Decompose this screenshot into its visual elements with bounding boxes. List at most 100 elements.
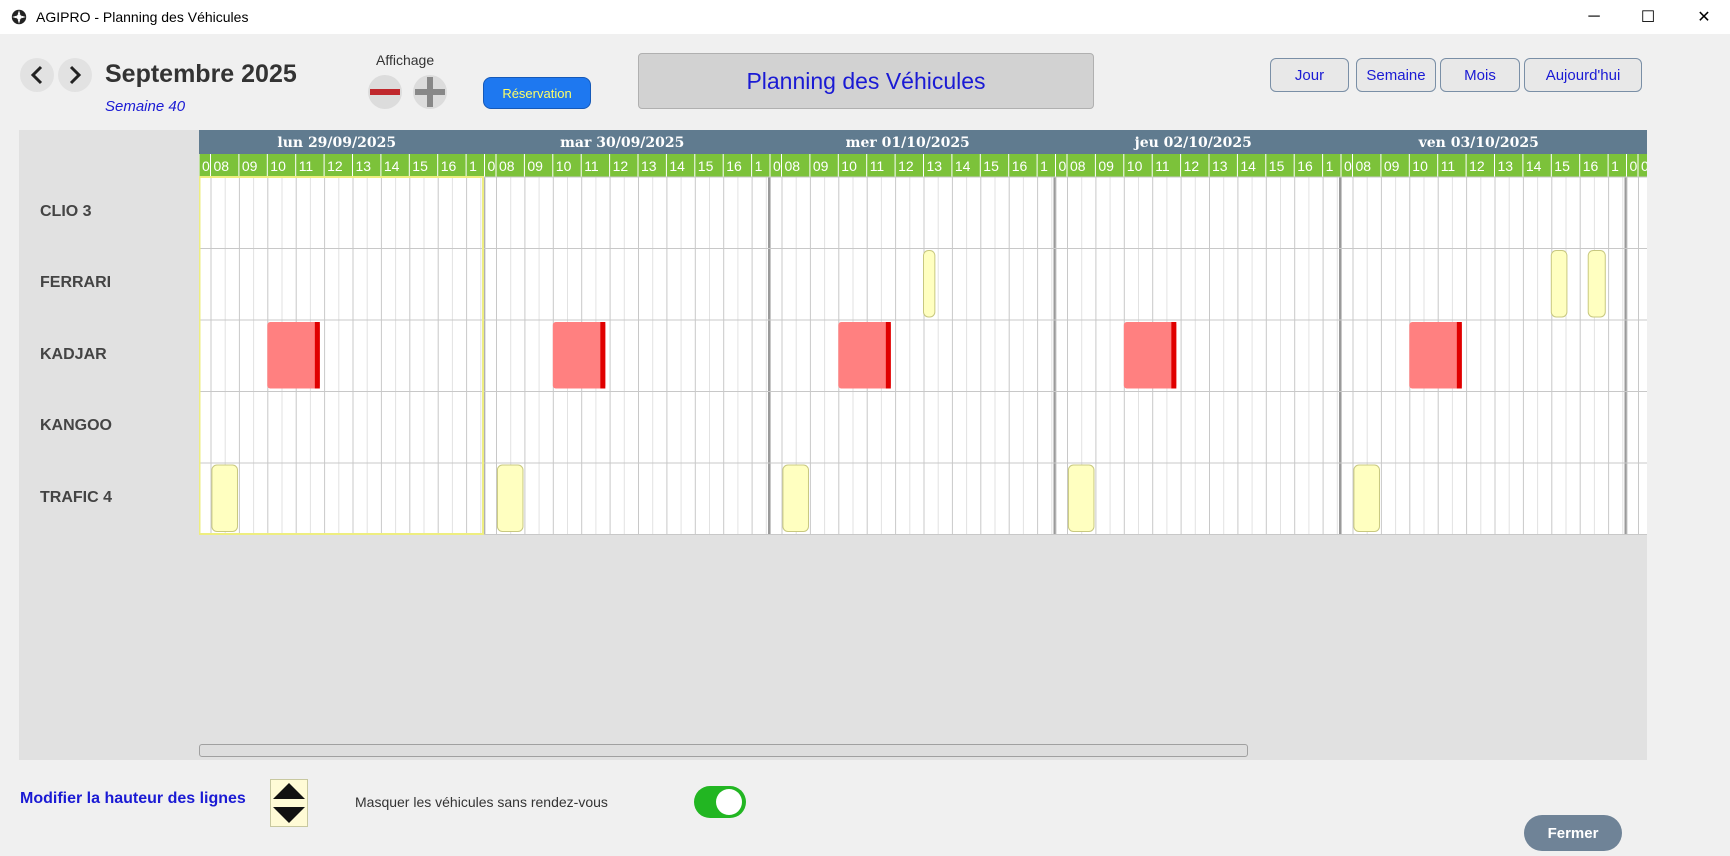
hour-label: 15	[412, 158, 428, 174]
day-header-label: mar 30/09/2025	[560, 135, 684, 151]
plus-icon	[415, 77, 445, 107]
vehicle-label-kangoo: KANGOO	[40, 417, 112, 434]
hour-label: 1	[1040, 158, 1048, 174]
planning-grid[interactable]: lun 29/09/2025 0 08 09 10 11 12 13 14 15 16 1 mar 30…	[199, 130, 1647, 760]
hour-label: 13	[927, 158, 943, 174]
reservation-block-pending	[211, 464, 238, 532]
reservation-block-pending	[1353, 464, 1380, 532]
hour-label: 1	[469, 158, 477, 174]
chevron-left-icon	[30, 65, 43, 85]
hour-label: 14	[1526, 158, 1542, 174]
day-header-label: mer 01/10/2025	[846, 135, 970, 151]
hour-label: 09	[527, 158, 543, 174]
reservation-block-confirmed	[838, 322, 891, 389]
hide-empty-vehicles-toggle[interactable]	[694, 786, 746, 818]
day-header-label: lun 29/09/2025	[277, 135, 396, 151]
hour-label: 10	[270, 158, 286, 174]
hour-label: 09	[242, 158, 258, 174]
hour-label: 08	[499, 158, 515, 174]
hour-label: 15	[698, 158, 714, 174]
hour-label: 08	[1356, 158, 1372, 174]
row-height-stepper[interactable]	[270, 779, 308, 827]
hour-label: 13	[1212, 158, 1228, 174]
hour-label: 16	[1583, 158, 1599, 174]
minus-icon	[370, 89, 400, 95]
hour-label: 0	[488, 158, 496, 174]
reservation-block-pending	[1587, 250, 1606, 318]
hour-label: 11	[584, 158, 599, 174]
chevron-right-icon	[69, 65, 82, 85]
hour-label: 11	[870, 158, 885, 174]
reservation-button[interactable]: Réservation	[483, 77, 591, 109]
hour-label: 0	[1344, 158, 1352, 174]
zoom-out-button[interactable]	[368, 75, 402, 109]
hour-label: 08	[214, 158, 230, 174]
reservation-block-confirmed	[552, 322, 606, 389]
maximize-window-button[interactable]: ☐	[1620, 0, 1676, 34]
hour-label: 10	[841, 158, 857, 174]
hour-label: 13	[1498, 158, 1514, 174]
hour-label: 10	[556, 158, 572, 174]
planning-title-box: Planning des Véhicules	[638, 53, 1094, 109]
hour-label: 10	[1412, 158, 1428, 174]
view-day-button[interactable]: Jour	[1270, 58, 1349, 92]
minimize-window-button[interactable]: ─	[1566, 0, 1622, 34]
vehicle-label-ferrari: FERRARI	[40, 274, 112, 291]
today-button[interactable]: Aujourd'hui	[1524, 58, 1642, 92]
up-down-arrows-icon	[273, 783, 305, 823]
hour-label: 13	[356, 158, 372, 174]
vehicle-label-clio-3: CLIO 3	[40, 203, 92, 220]
hour-label: 15	[1269, 158, 1285, 174]
hour-label: 15	[983, 158, 999, 174]
title-bar: AGIPRO - Planning des Véhicules ─ ☐ ✕	[0, 0, 1730, 34]
reservation-block-pending	[782, 464, 809, 532]
previous-period-button[interactable]	[20, 58, 54, 92]
horizontal-scrollbar[interactable]	[199, 740, 1647, 760]
hour-label: 16	[726, 158, 742, 174]
hour-label: 1	[1611, 158, 1619, 174]
hour-label: 10	[1127, 158, 1143, 174]
close-button[interactable]: Fermer	[1524, 815, 1622, 851]
hour-label: 08	[785, 158, 801, 174]
hour-label: 11	[1441, 158, 1456, 174]
hour-label: 13	[641, 158, 657, 174]
reservation-block-edge	[600, 322, 606, 389]
planning-grid-canvas: lun 29/09/20250 08 09 10 11 12 13 14 15 16 1mar 30…	[199, 130, 1647, 535]
week-label: Semaine 40	[105, 98, 186, 115]
view-month-button[interactable]: Mois	[1440, 58, 1520, 92]
hour-label: 12	[1469, 158, 1485, 174]
reservation-block-edge	[314, 322, 320, 389]
hour-label: 14	[384, 158, 400, 174]
hour-label: 16	[1297, 158, 1313, 174]
hour-label: 12	[1184, 158, 1200, 174]
vehicle-column: CLIO 3 FERRARI KADJAR KANGOO TRAFIC 4	[19, 130, 199, 760]
hour-label: 12	[327, 158, 343, 174]
page-title: Planning des Véhicules	[746, 67, 986, 94]
reservation-block-pending	[1067, 464, 1095, 532]
reservation-block-pending	[923, 250, 936, 318]
hour-label: 16	[1012, 158, 1028, 174]
hour-label: 0	[202, 158, 210, 174]
hour-label: 0	[1630, 158, 1638, 174]
next-period-button[interactable]	[58, 58, 92, 92]
view-week-button[interactable]: Semaine	[1356, 58, 1436, 92]
hour-label: 16	[441, 158, 457, 174]
reservation-block-pending	[496, 464, 524, 532]
day-header-label: ven 03/10/2025	[1418, 135, 1539, 151]
hour-label: 15	[1554, 158, 1570, 174]
reservation-block-edge	[885, 322, 891, 389]
zoom-in-button[interactable]	[413, 75, 447, 109]
day-header-label: jeu 02/10/2025	[1133, 135, 1252, 151]
horizontal-scrollbar-thumb[interactable]	[199, 744, 1248, 757]
reservation-block-confirmed	[1123, 322, 1177, 389]
app-logo-icon	[11, 9, 27, 25]
close-window-button[interactable]: ✕	[1676, 0, 1730, 34]
hide-empty-vehicles-label: Masquer les véhicules sans rendez-vous	[355, 794, 608, 810]
hour-label: 12	[613, 158, 629, 174]
reservation-block-confirmed	[1409, 322, 1462, 389]
hour-label: 09	[1384, 158, 1400, 174]
hour-label: 08	[1641, 158, 1647, 174]
hour-label: 1	[755, 158, 763, 174]
hour-label: 09	[813, 158, 829, 174]
hour-label: 12	[898, 158, 914, 174]
